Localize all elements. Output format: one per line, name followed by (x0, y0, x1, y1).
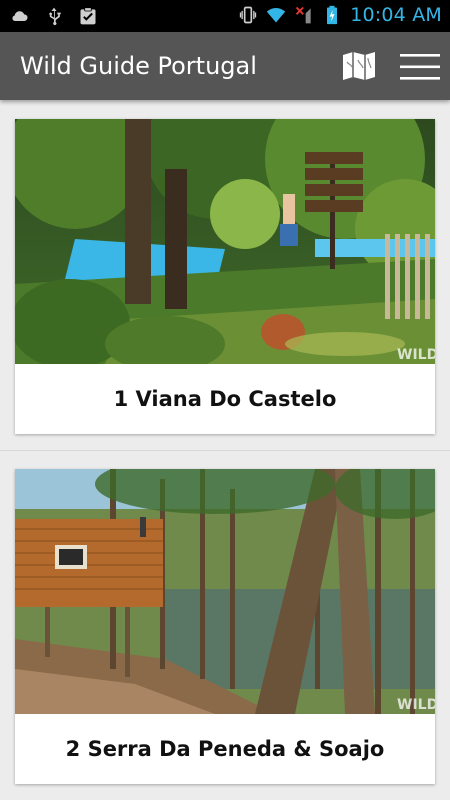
watermark-text: WILD (397, 697, 435, 713)
map-button[interactable] (341, 50, 377, 82)
vibrate-icon (240, 6, 257, 24)
map-icon (343, 52, 375, 80)
cloud-icon (12, 11, 28, 21)
region-photo: WILD (15, 469, 435, 714)
list-divider (0, 450, 450, 451)
app-title: Wild Guide Portugal (20, 52, 257, 80)
status-bar: 10:04 AM (0, 0, 450, 32)
menu-button[interactable] (400, 52, 440, 82)
status-clock: 10:04 AM (350, 4, 442, 26)
region-list: WILD 1 Viana Do Castelo WILD 2 Serra Da … (0, 100, 450, 800)
clipboard-check-icon (80, 7, 96, 25)
no-signal-icon (296, 6, 311, 24)
battery-charging-icon (327, 5, 338, 25)
region-photo: WILD (15, 119, 435, 364)
wifi-icon (267, 8, 286, 23)
region-card-viana-do-castelo[interactable]: WILD 1 Viana Do Castelo (15, 119, 435, 434)
menu-icon (400, 54, 440, 80)
region-title: 2 Serra Da Peneda & Soajo (65, 737, 385, 761)
watermark-text: WILD (397, 347, 435, 363)
app-bar: Wild Guide Portugal (0, 32, 450, 100)
region-title: 1 Viana Do Castelo (113, 387, 337, 411)
usb-icon (49, 7, 61, 26)
region-card-serra-da-peneda-soajo[interactable]: WILD 2 Serra Da Peneda & Soajo (15, 469, 435, 784)
